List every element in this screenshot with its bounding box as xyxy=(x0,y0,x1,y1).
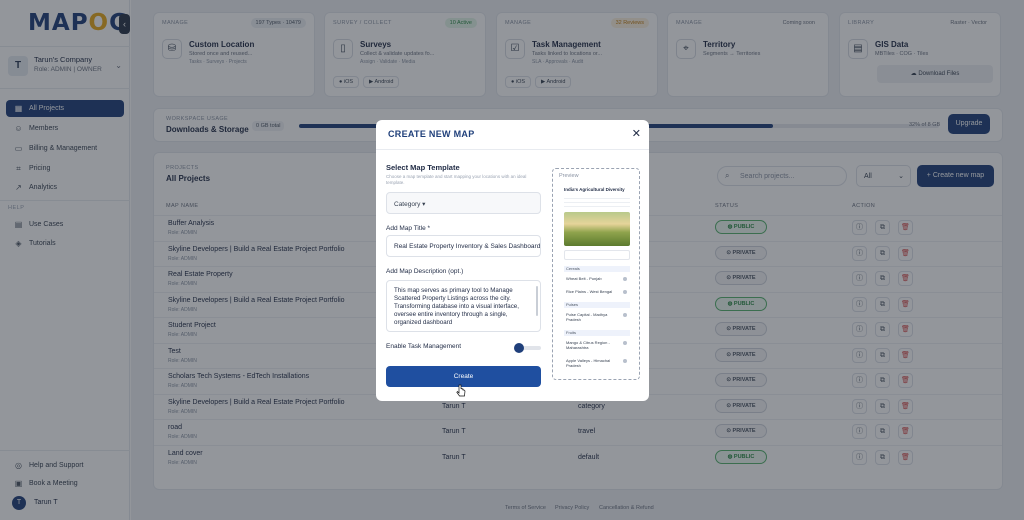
preview-label: Preview xyxy=(559,173,579,179)
map-description-textarea[interactable]: This map serves as primary tool to Manag… xyxy=(386,280,541,332)
preview-item: Mango & Citrus Region - Maharashtra xyxy=(566,340,610,350)
close-icon[interactable]: ✕ xyxy=(632,127,641,140)
preview-item-dot xyxy=(623,313,627,317)
task-management-label: Enable Task Management xyxy=(386,343,462,350)
dialog-title: CREATE NEW MAP xyxy=(388,129,475,139)
title-field-label: Add Map Title * xyxy=(386,225,431,232)
divider xyxy=(376,149,649,150)
mouse-cursor-icon xyxy=(456,384,466,397)
app-shell: MAPOG ‹ T Tarun's Company Role: ADMIN | … xyxy=(0,0,1024,520)
preview-description-lines xyxy=(564,195,630,209)
toggle-knob xyxy=(514,343,524,353)
template-hint: Choose a map template and start mapping … xyxy=(386,174,527,185)
preview-group: Pulses xyxy=(564,302,630,308)
preview-title: India's Agricultural Diversity xyxy=(564,187,625,192)
preview-image xyxy=(564,212,630,246)
map-title-value: Real Estate Property Inventory & Sales D… xyxy=(394,243,541,250)
textarea-scrollbar[interactable] xyxy=(536,286,538,316)
preview-group: Fruits xyxy=(564,330,630,336)
map-description-value: This map serves as primary tool to Manag… xyxy=(394,287,519,326)
preview-item-dot xyxy=(623,341,627,345)
preview-item: Apple Valleys - Himachal Pradesh xyxy=(566,358,611,368)
preview-item-dot xyxy=(623,359,627,363)
preview-item-dot xyxy=(623,277,627,281)
create-map-dialog: CREATE NEW MAP ✕ Select Map Template Cho… xyxy=(376,120,649,401)
template-heading: Select Map Template xyxy=(386,163,460,172)
description-field-label: Add Map Description (opt.) xyxy=(386,268,464,275)
template-preview: Preview India's Agricultural Diversity C… xyxy=(552,168,640,380)
preview-item: Rice Plains - West Bengal xyxy=(566,289,613,294)
preview-item: Pulse Capital - Madhya Pradesh xyxy=(566,312,608,322)
preview-search xyxy=(564,250,630,260)
category-select[interactable]: Category ▾ xyxy=(386,192,541,214)
map-title-input[interactable]: Real Estate Property Inventory & Sales D… xyxy=(386,235,541,257)
preview-item-dot xyxy=(623,290,627,294)
category-value: Category ▾ xyxy=(394,201,426,208)
preview-item: Wheat Belt - Punjab xyxy=(566,276,602,281)
task-management-toggle[interactable] xyxy=(514,343,541,353)
preview-group: Cereals xyxy=(564,266,630,272)
